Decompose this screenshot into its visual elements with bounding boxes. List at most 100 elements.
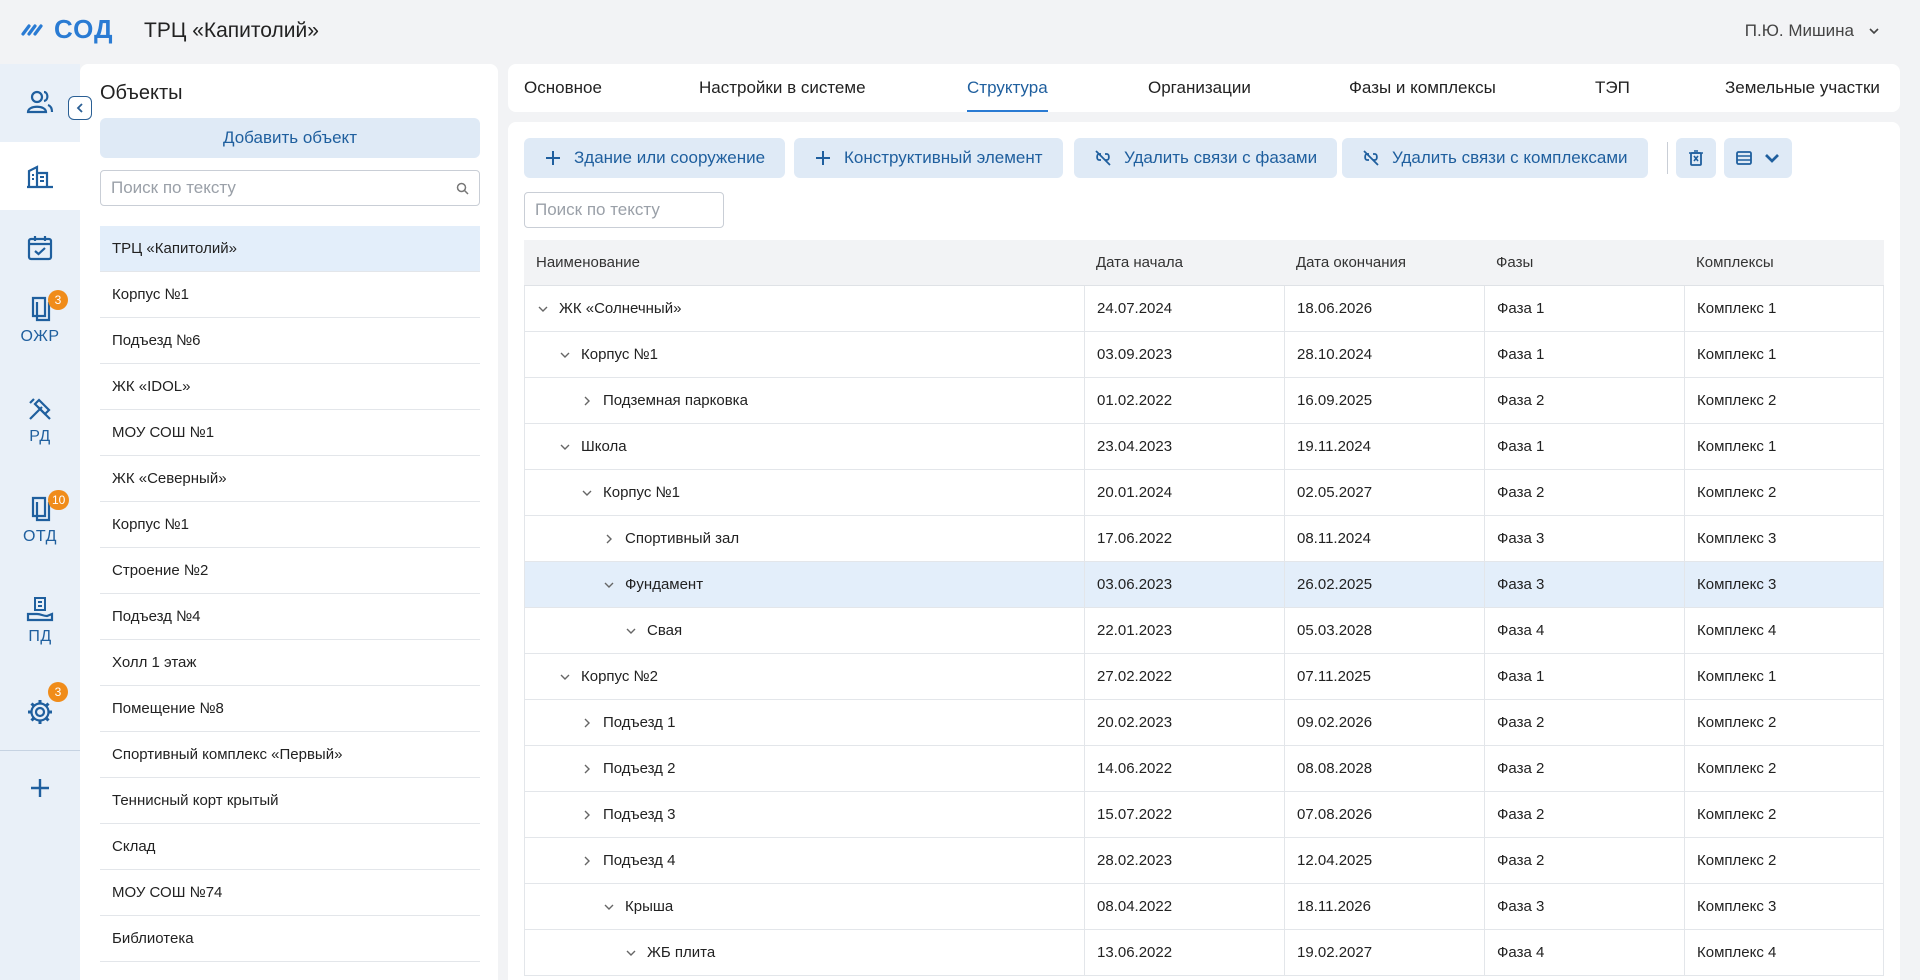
rail-item-otd[interactable]: ОТД 10 <box>0 486 80 554</box>
chevron-right-icon[interactable] <box>581 763 593 775</box>
cell-name: ЖБ плита <box>524 930 1084 975</box>
tab-system-settings[interactable]: Настройки в системе <box>699 64 866 112</box>
object-list-item[interactable]: Корпус №1 <box>100 272 480 318</box>
tab-tep[interactable]: ТЭП <box>1595 64 1630 112</box>
app-logo[interactable]: СОД <box>20 14 114 45</box>
column-header-phases[interactable]: Фазы <box>1484 240 1684 285</box>
tab-bar: Основное Настройки в системе Структура О… <box>508 64 1900 112</box>
object-list-item[interactable]: ТРЦ «Капитолий» <box>100 226 480 272</box>
chevron-right-icon[interactable] <box>603 533 615 545</box>
chevron-down-icon[interactable] <box>603 901 615 913</box>
chevron-down-icon[interactable] <box>581 487 593 499</box>
table-search-input[interactable] <box>535 200 756 220</box>
table-row[interactable]: Крыша 08.04.2022 18.11.2026 Фаза 3 Комплекс … <box>524 884 1884 930</box>
chevron-right-icon[interactable] <box>581 809 593 821</box>
object-list-item[interactable]: Склад <box>100 824 480 870</box>
rail-item-tasks[interactable] <box>0 214 80 282</box>
cell-phase: Фаза 3 <box>1484 516 1684 561</box>
rail-item-add[interactable] <box>0 754 80 822</box>
objects-title: Объекты <box>100 82 183 104</box>
table-row[interactable]: Спортивный зал 17.06.2022 08.11.2024 Фаза 3… <box>524 516 1884 562</box>
table-search[interactable] <box>524 192 756 228</box>
hand-building-icon <box>26 597 54 622</box>
object-list-item[interactable]: Помещение №8 <box>100 686 480 732</box>
add-building-button[interactable]: Здание или сооружение <box>524 138 786 178</box>
tab-land-plots[interactable]: Земельные участки <box>1725 64 1880 112</box>
chevron-right-icon[interactable] <box>581 717 593 729</box>
table-row[interactable]: Подъезд 3 15.07.2022 07.08.2026 Фаза 2 Компл… <box>524 792 1884 838</box>
chevron-down-icon[interactable] <box>537 303 549 315</box>
rail-label-otd: ОТД <box>22 528 58 545</box>
chevron-down-icon[interactable] <box>625 625 637 637</box>
cell-end-date: 09.02.2026 <box>1284 700 1484 745</box>
object-list-item[interactable]: Подъезд №6 <box>100 318 480 364</box>
unlink-complexes-button[interactable]: Удалить связи с комплексами <box>1342 138 1648 178</box>
rail-label-pd: ПД <box>28 628 52 645</box>
delete-button[interactable] <box>1676 138 1716 178</box>
chevron-right-icon[interactable] <box>581 855 593 867</box>
objects-search-input[interactable] <box>111 178 456 198</box>
rail-item-settings[interactable]: 3 <box>0 678 80 746</box>
table-row[interactable]: Подъезд 2 14.06.2022 08.08.2028 Фаза 2 Компл… <box>524 746 1884 792</box>
objects-search[interactable] <box>100 170 480 206</box>
cell-phase: Фаза 4 <box>1484 608 1684 653</box>
chevron-down-icon[interactable] <box>625 947 637 959</box>
chevron-down-icon[interactable] <box>559 349 571 361</box>
object-list-item[interactable]: Корпус №1 <box>100 502 480 548</box>
table-row[interactable]: Корпус №1 03.09.2023 28.10.2024 Фаза 1 Компл… <box>524 332 1884 378</box>
user-menu[interactable]: П.Ю. Мишина <box>1745 21 1880 41</box>
table-row[interactable]: Подъезд 4 28.02.2023 12.04.2025 Фаза 2 Компл… <box>524 838 1884 884</box>
table-row[interactable]: ЖК «Солнечный» 24.07.2024 18.06.2026 Фаза 1… <box>524 286 1884 332</box>
object-list-item[interactable]: МОУ СОШ №74 <box>100 870 480 916</box>
table-row[interactable]: Подъезд 1 20.02.2023 09.02.2026 Фаза 2 Компл… <box>524 700 1884 746</box>
cell-complex: Комплекс 2 <box>1684 470 1884 515</box>
object-list-item[interactable]: МОУ СОШ №1 <box>100 410 480 456</box>
tab-phases-complexes[interactable]: Фазы и комплексы <box>1349 64 1496 112</box>
object-list-item[interactable]: Спортивный комплекс «Первый» <box>100 732 480 778</box>
collapse-panel-button[interactable] <box>68 96 92 120</box>
column-header-name[interactable]: Наименование <box>524 240 1084 285</box>
table-header-row: Наименование Дата начала Дата окончания … <box>524 240 1884 286</box>
chevron-down-icon[interactable] <box>603 579 615 591</box>
chevron-down-icon <box>1869 28 1879 35</box>
object-list-item[interactable]: ЖК «Северный» <box>100 456 480 502</box>
rail-item-objects[interactable] <box>0 142 80 210</box>
object-list-item[interactable]: Подъезд №4 <box>100 594 480 640</box>
cell-end-date: 02.05.2027 <box>1284 470 1484 515</box>
object-list-item[interactable]: Строение №2 <box>100 548 480 594</box>
column-header-complexes[interactable]: Комплексы <box>1684 240 1884 285</box>
table-row[interactable]: Фундамент 03.06.2023 26.02.2025 Фаза 3 Компл… <box>524 562 1884 608</box>
object-list-item[interactable]: Библиотека <box>100 916 480 962</box>
column-header-end-date[interactable]: Дата окончания <box>1284 240 1484 285</box>
chevron-right-icon[interactable] <box>581 395 593 407</box>
cell-phase: Фаза 1 <box>1484 654 1684 699</box>
cell-name: Подземная парковка <box>524 378 1084 423</box>
chevron-down-icon[interactable] <box>559 441 571 453</box>
rail-item-ozhr[interactable]: ОЖР 3 <box>0 286 80 354</box>
tab-structure[interactable]: Структура <box>967 64 1048 112</box>
unlink-phases-button[interactable]: Удалить связи с фазами <box>1074 138 1338 178</box>
object-list-item[interactable]: Холл 1 этаж <box>100 640 480 686</box>
tab-main[interactable]: Основное <box>524 64 602 112</box>
cell-complex: Комплекс 1 <box>1684 286 1884 331</box>
object-list-item[interactable]: ЖК «IDOL» <box>100 364 480 410</box>
table-row[interactable]: Корпус №2 27.02.2022 07.11.2025 Фаза 1 Компл… <box>524 654 1884 700</box>
chevron-down-icon[interactable] <box>559 671 571 683</box>
tab-organizations[interactable]: Организации <box>1148 64 1251 112</box>
rail-item-pd[interactable]: ПД <box>0 586 80 654</box>
add-object-button[interactable]: Добавить объект <box>100 118 480 158</box>
add-element-button[interactable]: Конструктивный элемент <box>794 138 1063 178</box>
table-row[interactable]: ЖБ плита 13.06.2022 19.02.2027 Фаза 4 Компле… <box>524 930 1884 976</box>
table-row[interactable]: Корпус №1 20.01.2024 02.05.2027 Фаза 2 Компл… <box>524 470 1884 516</box>
row-name: Фундамент <box>625 576 704 593</box>
cell-start-date: 03.06.2023 <box>1084 562 1284 607</box>
object-list-item[interactable]: Теннисный корт крытый <box>100 778 480 824</box>
view-options-button[interactable] <box>1724 138 1792 178</box>
rail-item-rd[interactable]: РД <box>0 386 80 454</box>
table-row[interactable]: Школа 23.04.2023 19.11.2024 Фаза 1 Комплекс … <box>524 424 1884 470</box>
table-row[interactable]: Свая 22.01.2023 05.03.2028 Фаза 4 Комплекс 4 <box>524 608 1884 654</box>
cell-phase: Фаза 2 <box>1484 792 1684 837</box>
cell-name: Школа <box>524 424 1084 469</box>
table-row[interactable]: Подземная парковка 01.02.2022 16.09.2025 Фа… <box>524 378 1884 424</box>
column-header-start-date[interactable]: Дата начала <box>1084 240 1284 285</box>
